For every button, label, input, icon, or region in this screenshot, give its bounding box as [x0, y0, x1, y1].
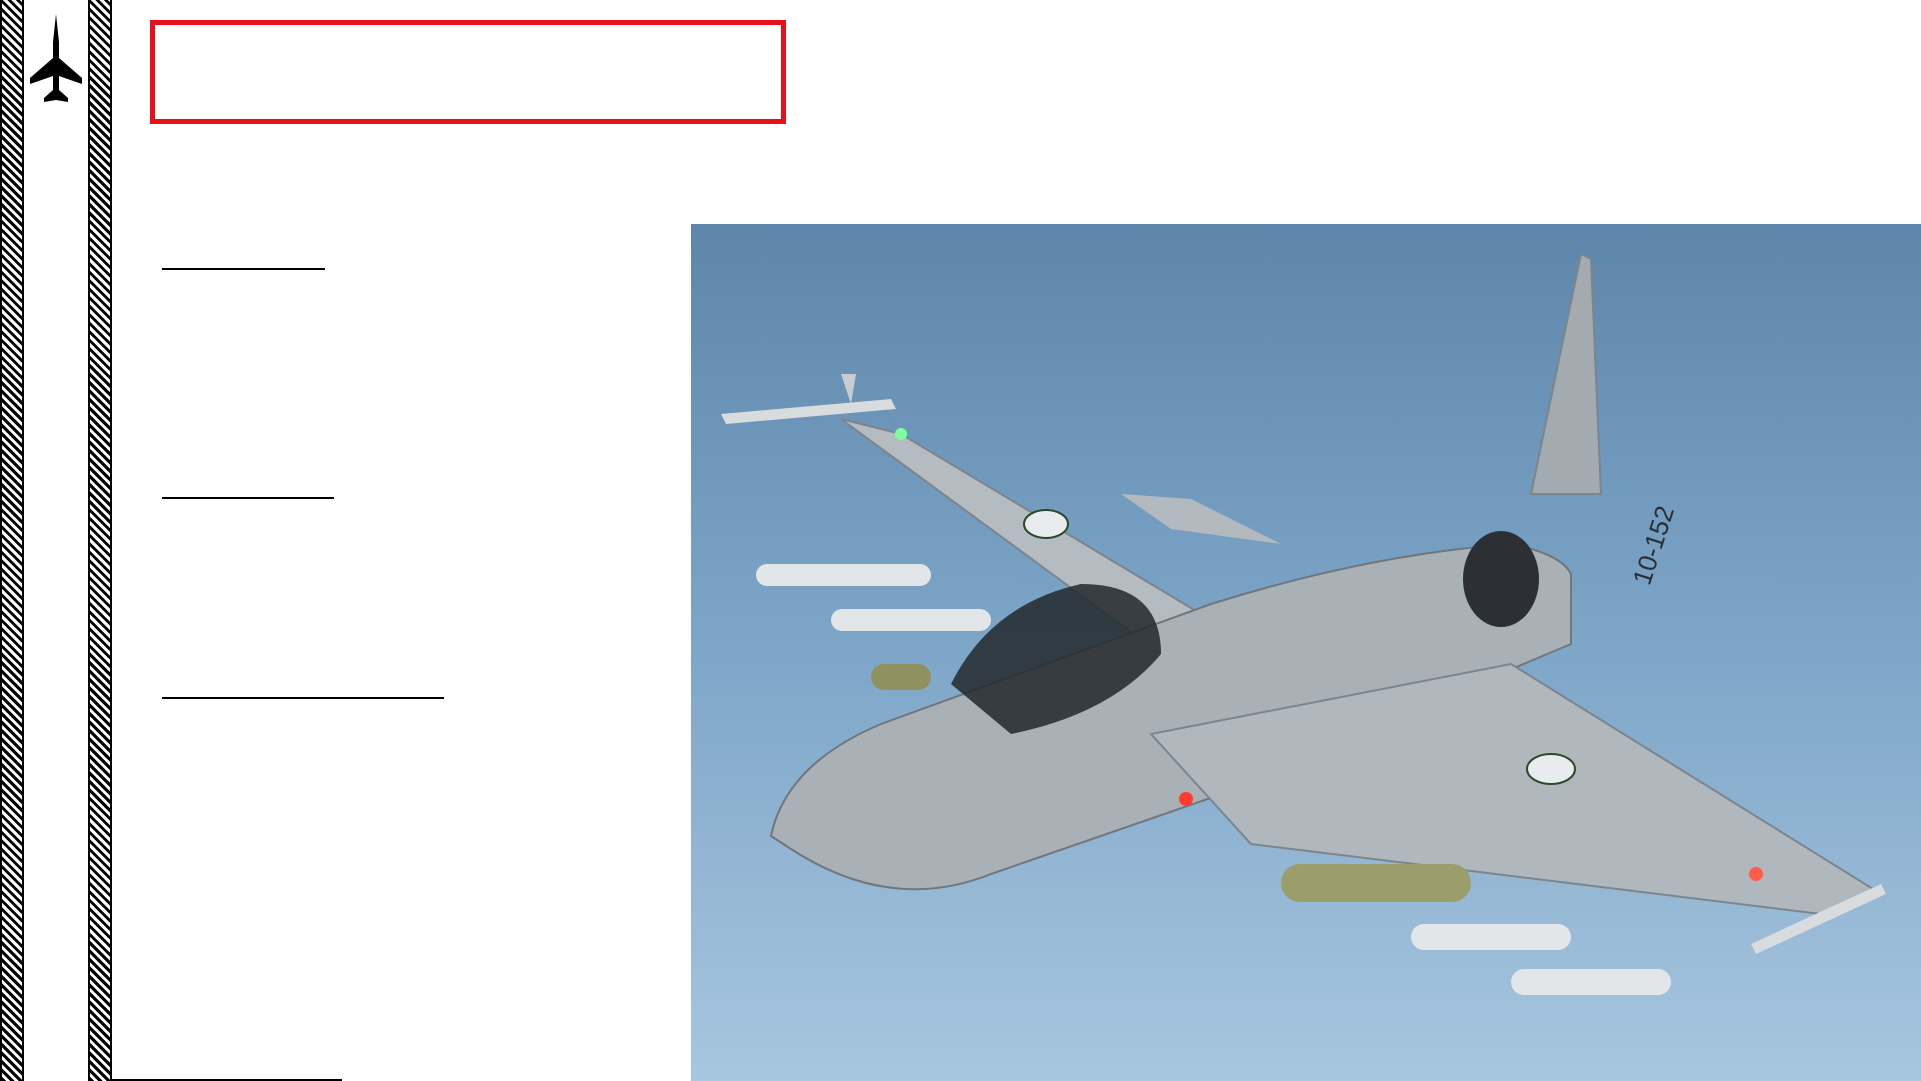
- title-box: [150, 20, 786, 124]
- fighter-jet-icon: [30, 14, 82, 102]
- right-hazard-stripe: [88, 0, 112, 1081]
- aircraft-photo: 10-152: [691, 224, 1921, 1081]
- left-hazard-stripe: [0, 0, 24, 1081]
- section-heading-underline-1: [162, 268, 325, 270]
- tail-code: 10-152: [1627, 502, 1681, 588]
- section-heading-underline-2: [162, 497, 334, 499]
- section-heading-underline-3: [162, 697, 444, 699]
- aircraft-illustration: 10-152: [721, 252, 1886, 995]
